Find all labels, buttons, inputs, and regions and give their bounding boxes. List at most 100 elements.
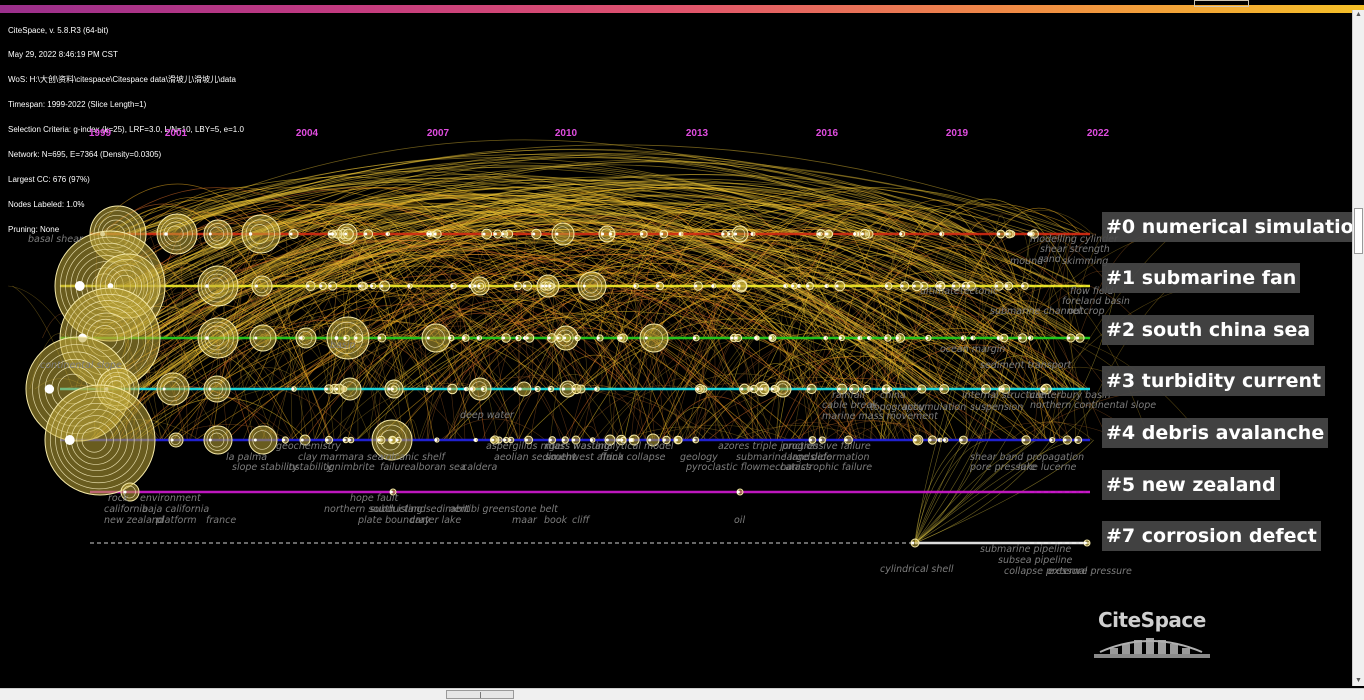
network-node[interactable] bbox=[447, 334, 455, 342]
network-node[interactable] bbox=[551, 222, 575, 246]
network-node[interactable] bbox=[376, 435, 386, 445]
network-node[interactable] bbox=[249, 324, 277, 352]
network-node[interactable] bbox=[463, 386, 469, 392]
network-node[interactable] bbox=[389, 436, 397, 444]
horizontal-scroll-thumb[interactable] bbox=[446, 690, 514, 699]
network-node[interactable] bbox=[318, 281, 327, 291]
network-node[interactable] bbox=[659, 229, 669, 239]
network-node[interactable] bbox=[639, 230, 648, 238]
network-node[interactable] bbox=[1083, 539, 1091, 547]
network-node[interactable] bbox=[477, 282, 485, 290]
network-node[interactable] bbox=[1021, 435, 1031, 445]
network-node[interactable] bbox=[736, 488, 744, 496]
network-node[interactable] bbox=[790, 282, 798, 290]
network-node[interactable] bbox=[866, 335, 872, 341]
network-node[interactable] bbox=[241, 214, 281, 254]
network-node[interactable] bbox=[377, 333, 387, 343]
network-node[interactable] bbox=[327, 281, 338, 291]
network-node[interactable] bbox=[421, 323, 451, 353]
network-node[interactable] bbox=[1049, 436, 1056, 444]
network-node[interactable] bbox=[291, 386, 297, 392]
network-node[interactable] bbox=[513, 386, 519, 392]
network-node[interactable] bbox=[768, 335, 775, 341]
network-node[interactable] bbox=[912, 434, 924, 446]
network-node[interactable] bbox=[925, 334, 932, 342]
network-node[interactable] bbox=[513, 281, 523, 291]
network-node[interactable] bbox=[696, 385, 703, 393]
network-node[interactable] bbox=[823, 335, 829, 341]
cluster-label-5[interactable]: #5 new zealand bbox=[1102, 470, 1280, 500]
network-node[interactable] bbox=[608, 230, 616, 238]
cluster-label-1[interactable]: #1 submarine fan bbox=[1102, 263, 1301, 293]
network-node[interactable] bbox=[618, 333, 628, 343]
network-node[interactable] bbox=[470, 386, 476, 392]
network-node[interactable] bbox=[577, 271, 607, 301]
network-node[interactable] bbox=[197, 317, 239, 359]
network-node[interactable] bbox=[824, 283, 829, 289]
network-node[interactable] bbox=[555, 333, 564, 343]
network-node[interactable] bbox=[450, 282, 457, 290]
network-node[interactable] bbox=[859, 228, 871, 240]
network-node[interactable] bbox=[473, 437, 478, 443]
network-node[interactable] bbox=[501, 333, 511, 343]
network-node[interactable] bbox=[692, 334, 700, 342]
network-node[interactable] bbox=[711, 283, 717, 289]
network-node[interactable] bbox=[817, 231, 823, 237]
network-node[interactable] bbox=[447, 383, 458, 395]
network-node[interactable] bbox=[385, 231, 391, 237]
horizontal-scrollbar[interactable] bbox=[0, 688, 1364, 700]
network-node[interactable] bbox=[739, 383, 750, 395]
network-node[interactable] bbox=[884, 282, 893, 290]
network-node[interactable] bbox=[407, 283, 413, 289]
network-node[interactable] bbox=[899, 230, 906, 238]
network-node[interactable] bbox=[824, 229, 834, 239]
network-node[interactable] bbox=[333, 383, 345, 395]
timeline-network[interactable] bbox=[0, 0, 1364, 700]
network-node[interactable] bbox=[731, 225, 749, 243]
network-node[interactable] bbox=[960, 335, 967, 341]
network-node[interactable] bbox=[363, 229, 374, 239]
network-node[interactable] bbox=[546, 333, 557, 343]
network-node[interactable] bbox=[251, 275, 273, 297]
network-node[interactable] bbox=[395, 436, 402, 444]
network-node[interactable] bbox=[1028, 335, 1034, 341]
network-node[interactable] bbox=[1066, 333, 1076, 343]
network-node[interactable] bbox=[996, 229, 1006, 239]
network-node[interactable] bbox=[759, 383, 770, 395]
network-node[interactable] bbox=[693, 281, 703, 291]
network-node[interactable] bbox=[927, 435, 938, 445]
network-node[interactable] bbox=[44, 384, 156, 496]
network-node[interactable] bbox=[203, 375, 231, 403]
network-node[interactable] bbox=[754, 335, 759, 341]
network-node[interactable] bbox=[1074, 436, 1083, 444]
network-node[interactable] bbox=[357, 281, 367, 291]
network-node[interactable] bbox=[1062, 435, 1072, 445]
network-node[interactable] bbox=[939, 383, 950, 395]
network-node[interactable] bbox=[493, 229, 503, 239]
cluster-label-0[interactable]: #0 numerical simulation bbox=[1102, 212, 1364, 242]
network-node[interactable] bbox=[156, 213, 198, 255]
network-node[interactable] bbox=[547, 385, 555, 393]
network-node[interactable] bbox=[1004, 229, 1014, 239]
network-node[interactable] bbox=[834, 280, 846, 292]
network-node[interactable] bbox=[692, 436, 700, 444]
network-node[interactable] bbox=[342, 436, 350, 444]
network-node[interactable] bbox=[884, 334, 892, 342]
network-node[interactable] bbox=[1075, 333, 1085, 343]
network-node[interactable] bbox=[574, 334, 581, 342]
network-node[interactable] bbox=[461, 334, 470, 342]
network-node[interactable] bbox=[996, 335, 1002, 341]
network-node[interactable] bbox=[425, 385, 433, 393]
network-node[interactable] bbox=[917, 384, 927, 394]
network-node[interactable] bbox=[515, 334, 522, 342]
network-node[interactable] bbox=[942, 437, 949, 443]
network-node[interactable] bbox=[500, 230, 509, 238]
vertical-scrollbar[interactable]: ▲ ▼ bbox=[1352, 10, 1364, 686]
network-node[interactable] bbox=[548, 282, 555, 290]
network-node[interactable] bbox=[434, 437, 440, 443]
network-node[interactable] bbox=[655, 281, 665, 291]
network-node[interactable] bbox=[721, 230, 729, 238]
network-node[interactable] bbox=[899, 281, 910, 291]
network-node[interactable] bbox=[197, 265, 239, 307]
network-node[interactable] bbox=[432, 229, 442, 239]
